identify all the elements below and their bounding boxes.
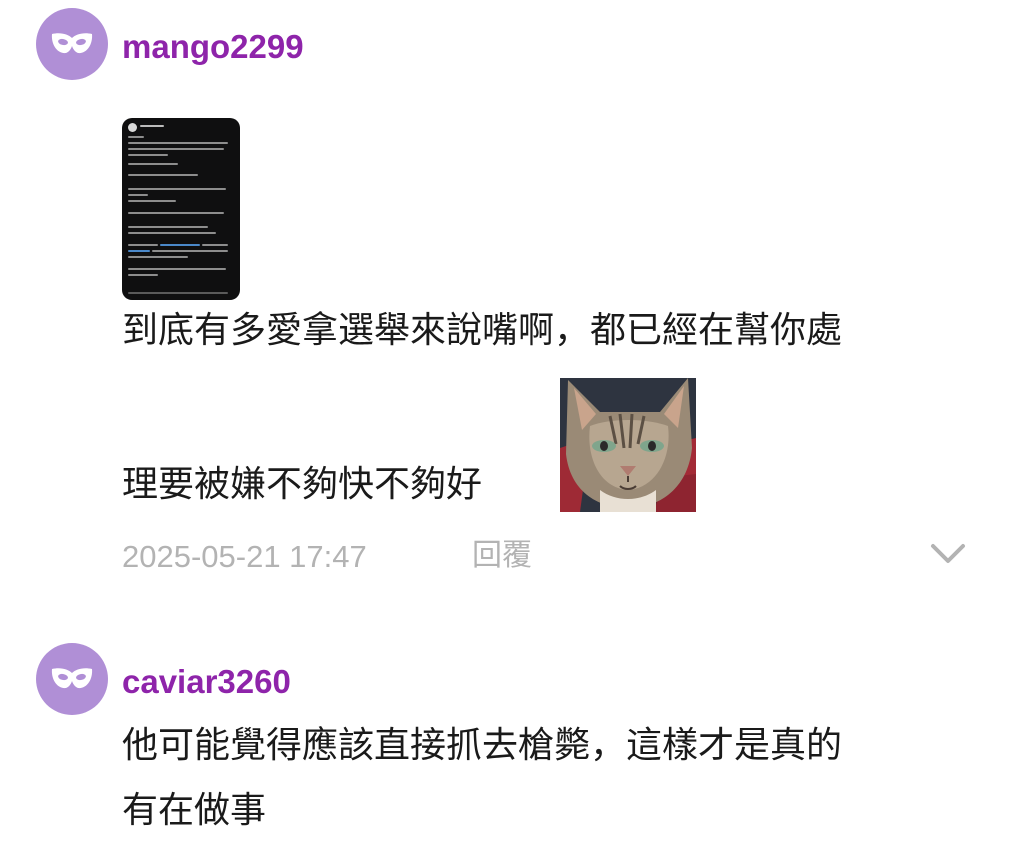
username[interactable]: caviar3260 xyxy=(122,665,291,698)
comment-text: 到底有多愛拿選舉來說嘴啊，都已經在幫你處 xyxy=(122,310,843,351)
screenshot-thumbnail[interactable] xyxy=(122,118,240,300)
comment-text: 有在做事 xyxy=(122,790,267,831)
reply-button[interactable]: 回覆 xyxy=(472,541,532,571)
mask-icon xyxy=(51,668,93,689)
username[interactable]: mango2299 xyxy=(122,30,304,63)
chevron-down-icon[interactable] xyxy=(930,543,966,565)
avatar[interactable] xyxy=(36,8,108,80)
comment-text: 他可能覺得應該直接抓去槍斃，這樣才是真的 xyxy=(122,725,843,766)
timestamp: 2025-05-21 17:47 xyxy=(122,539,367,574)
mask-icon xyxy=(51,33,93,54)
cat-sticker[interactable] xyxy=(560,378,696,512)
comment-text: 理要被嫌不夠快不夠好 xyxy=(122,464,483,505)
avatar[interactable] xyxy=(36,643,108,715)
